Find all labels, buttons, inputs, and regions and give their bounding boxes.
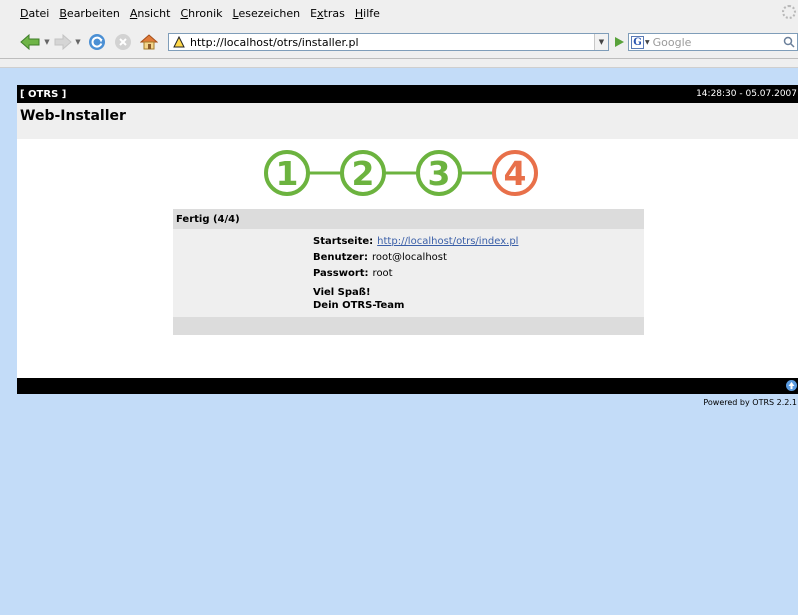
bookmarks-bar xyxy=(0,59,798,68)
reload-icon xyxy=(89,34,105,50)
menu-datei[interactable]: Datei xyxy=(0,7,54,20)
reload-button[interactable] xyxy=(86,32,108,52)
password-row: Passwort: root xyxy=(313,268,393,279)
user-label: Benutzer: xyxy=(313,252,368,263)
site-icon xyxy=(172,35,186,49)
menu-hilfe[interactable]: Hilfe xyxy=(350,7,385,20)
powered-by: Powered by OTRS 2.2.1 xyxy=(703,398,797,407)
home-button[interactable] xyxy=(138,32,160,52)
start-page-link[interactable]: http://localhost/otrs/index.pl xyxy=(377,236,518,247)
url-history-dropdown[interactable]: ▼ xyxy=(594,34,608,50)
go-button[interactable] xyxy=(612,34,626,50)
greeting-line-2: Dein OTRS-Team xyxy=(313,300,405,311)
step-3-label: 3 xyxy=(428,154,451,193)
menu-chronik[interactable]: Chronik xyxy=(175,7,227,20)
stop-icon xyxy=(115,34,131,50)
google-icon[interactable]: G xyxy=(631,35,644,49)
user-row: Benutzer: root@localhost xyxy=(313,252,447,263)
menu-bearbeiten[interactable]: Bearbeiten xyxy=(54,7,124,20)
otrs-brand: [ OTRS ] xyxy=(20,89,67,100)
forward-history-dropdown[interactable]: ▼ xyxy=(74,32,82,52)
page-title: Web-Installer xyxy=(20,108,126,124)
user-value: root@localhost xyxy=(371,252,447,263)
panel-footer xyxy=(173,317,644,335)
start-page-label: Startseite: xyxy=(313,236,374,247)
go-icon xyxy=(615,37,624,47)
step-2-label: 2 xyxy=(352,154,375,193)
stop-button[interactable] xyxy=(112,32,134,52)
search-bar[interactable]: G ▼ Google xyxy=(628,33,798,51)
back-button[interactable] xyxy=(18,32,42,52)
start-page-row: Startseite: http://localhost/otrs/index.p… xyxy=(313,236,518,247)
menu-lesezeichen[interactable]: Lesezeichen xyxy=(228,7,306,20)
menu-extras[interactable]: Extras xyxy=(305,7,350,20)
otrs-footer xyxy=(17,378,798,394)
greeting-line-1: Viel Spaß! xyxy=(313,287,371,298)
search-button[interactable] xyxy=(781,34,797,50)
header-clock: 14:28:30 - 05.07.2007 xyxy=(696,89,797,99)
panel-header: Fertig (4/4) xyxy=(173,209,644,229)
otrs-header: [ OTRS ] 14:28:30 - 05.07.2007 xyxy=(17,85,798,103)
panel-title: Fertig (4/4) xyxy=(176,214,240,225)
url-text[interactable]: http://localhost/otrs/installer.pl xyxy=(190,36,359,49)
step-1-label: 1 xyxy=(276,154,299,193)
forward-arrow-icon xyxy=(54,34,72,50)
menu-ansicht[interactable]: Ansicht xyxy=(125,7,176,20)
back-history-dropdown[interactable]: ▼ xyxy=(43,32,51,52)
page-viewport: [ OTRS ] 14:28:30 - 05.07.2007 Web-Insta… xyxy=(0,68,798,615)
back-arrow-icon xyxy=(20,34,40,50)
search-input[interactable]: Google xyxy=(653,36,781,49)
throbber-icon xyxy=(782,5,796,19)
search-icon xyxy=(783,36,795,48)
content-area: 1 2 3 4 Fertig (4/4) Startseite: http://l… xyxy=(17,139,798,378)
step-4-label: 4 xyxy=(504,154,527,193)
home-icon xyxy=(140,34,158,50)
step-indicator: 1 2 3 4 xyxy=(264,150,538,196)
forward-button[interactable] xyxy=(53,32,73,52)
menubar: Datei Bearbeiten Ansicht Chronik Lesezei… xyxy=(0,0,798,27)
go-up-icon[interactable] xyxy=(786,380,797,391)
password-value: root xyxy=(372,268,393,279)
title-band: Web-Installer xyxy=(17,103,798,139)
search-engine-dropdown[interactable]: ▼ xyxy=(645,39,650,46)
password-label: Passwort: xyxy=(313,268,369,279)
url-bar[interactable]: http://localhost/otrs/installer.pl ▼ xyxy=(168,33,609,51)
finish-panel: Fertig (4/4) Startseite: http://localhost… xyxy=(173,209,644,335)
